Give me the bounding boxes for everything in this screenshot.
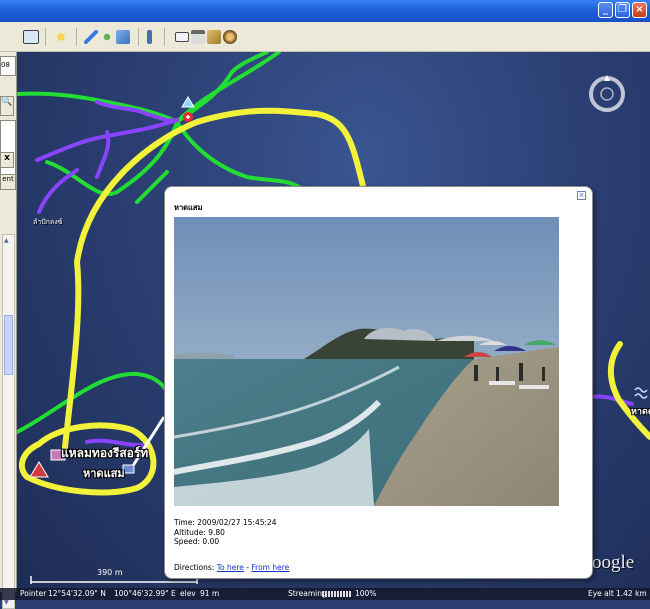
ruler-icon[interactable]: [147, 30, 152, 44]
streaming-progress-bar: [322, 591, 352, 597]
photo-time: Time: 2009/02/27 15:45:24: [174, 518, 277, 527]
search-button[interactable]: 🔍: [0, 96, 14, 116]
sky-icon[interactable]: [223, 30, 237, 44]
polygon-icon[interactable]: [84, 30, 98, 44]
search-field[interactable]: 08: [0, 56, 16, 76]
beach-photo-image: [174, 217, 559, 506]
photo-altitude: Altitude: 9.80: [174, 527, 225, 537]
scroll-up-arrow-icon[interactable]: ▲: [4, 237, 9, 244]
green-road: [175, 120, 309, 194]
search-results-pane: [0, 120, 16, 180]
resort-label[interactable]: แหลมทองรีสอร์ท: [61, 444, 148, 463]
side-panel: 08 🔍 x ent ▲ ▼: [0, 52, 17, 609]
beach-label[interactable]: หาดแสม: [83, 464, 125, 482]
scale-label: 390 m: [97, 568, 123, 577]
google-logo: oogle: [592, 552, 635, 573]
image-overlay-icon[interactable]: [116, 30, 130, 44]
popup-title: หาดแสม: [174, 203, 203, 212]
path-icon[interactable]: [100, 30, 114, 44]
view-in-maps-icon[interactable]: [207, 30, 221, 44]
close-window-button[interactable]: ×: [632, 2, 647, 18]
sidebar-toggle-icon[interactable]: [23, 30, 39, 44]
scroll-down-arrow-icon[interactable]: ▼: [4, 599, 9, 606]
eye-altitude-value: 1.42 km: [616, 589, 647, 598]
photo-info: Time: 2009/02/27 15:45:24 Altitude: 9.80…: [174, 518, 277, 547]
toolbar: [0, 22, 650, 52]
window-title-bar: _ ❐ ×: [0, 0, 650, 22]
from-here-link[interactable]: From here: [251, 563, 289, 572]
map-view[interactable]: ลำปักลงซ์ แหลมทองรีสอร์ท หาดแสม หาดต oog…: [17, 52, 650, 592]
toolbar-separator: [164, 28, 165, 46]
elevation-value: 91 m: [200, 589, 220, 598]
right-edge-label[interactable]: หาดต: [631, 404, 650, 418]
scrollbar-thumb[interactable]: [4, 315, 13, 375]
search-field-text: 08: [1, 61, 10, 69]
places-scrollbar[interactable]: ▲ ▼: [2, 234, 15, 609]
purple-road: [37, 168, 79, 214]
streaming-percent: 100%: [355, 589, 377, 598]
places-tab-label: ent: [2, 175, 14, 183]
hospital-icon[interactable]: [183, 112, 193, 122]
photo-speed: Speed: 0.00: [174, 537, 220, 546]
beach-photo: [174, 217, 559, 506]
town-label[interactable]: ลำปักลงซ์: [33, 217, 62, 228]
status-bar: Pointer 12°54'32.09" N 100°46'32.99" E e…: [0, 588, 650, 600]
minimize-button[interactable]: _: [598, 2, 613, 18]
to-here-link[interactable]: To here: [217, 563, 244, 572]
green-road: [135, 170, 169, 204]
purple-road: [95, 100, 179, 123]
wave-icon[interactable]: [634, 387, 648, 399]
hazard-icon[interactable]: [29, 461, 49, 478]
close-results-button[interactable]: x: [0, 152, 14, 168]
magnifier-icon: 🔍: [1, 97, 13, 107]
yellow-mark-right: [607, 341, 650, 440]
popup-close-icon[interactable]: ×: [577, 191, 586, 200]
print-icon[interactable]: [191, 30, 205, 44]
directions-label: Directions:: [174, 563, 215, 572]
purple-road: [590, 394, 634, 406]
pointer-latitude: 12°54'32.09" N: [48, 589, 106, 598]
placemark-popup: × หาดแสม Time: 2009/02/27 15:45:24 Altit…: [164, 186, 593, 579]
toolbar-separator: [45, 28, 46, 46]
email-icon[interactable]: [175, 32, 189, 42]
pointer-label: Pointer: [20, 589, 47, 598]
places-tab[interactable]: ent: [0, 174, 16, 190]
toolbar-separator: [76, 28, 77, 46]
eye-altitude-label: Eye alt: [588, 589, 614, 598]
directions-row: Directions: To here - From here: [174, 563, 289, 572]
compass-control[interactable]: [589, 75, 625, 112]
pointer-longitude: 100°46'32.99" E: [114, 589, 176, 598]
close-results-label: x: [4, 153, 10, 163]
placemark-icon[interactable]: [54, 30, 68, 44]
toolbar-separator: [138, 28, 139, 46]
maximize-button[interactable]: ❐: [615, 2, 630, 18]
elevation-label: elev: [180, 589, 196, 598]
tent-icon[interactable]: [181, 96, 195, 108]
streaming-label: Streaming: [288, 589, 327, 598]
